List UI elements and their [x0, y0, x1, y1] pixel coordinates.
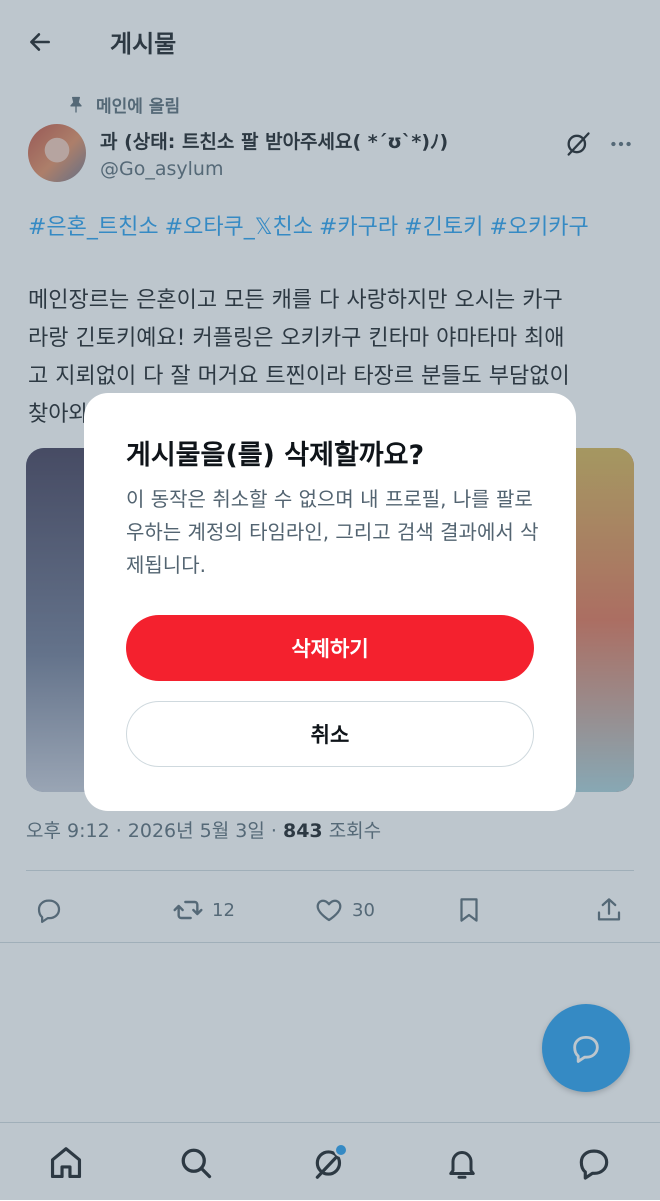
dialog-body: 이 동작은 취소할 수 없으며 내 프로필, 나를 팔로우하는 계정의 타임라인…: [126, 487, 539, 577]
delete-button[interactable]: 삭제하기: [126, 615, 534, 681]
cancel-button[interactable]: 취소: [126, 701, 534, 767]
post-detail-page: 게시물 메인에 올림 과 (상태: 트친소 팔 받아주세요( *´ʊ`*)ﾉ) …: [0, 0, 660, 1201]
dialog-title: 게시물을(를) 삭제할까요?: [126, 440, 425, 471]
delete-confirm-dialog: 게시물을(를) 삭제할까요? 이 동작은 취소할 수 없으며 내 프로필, 나를…: [84, 393, 576, 811]
